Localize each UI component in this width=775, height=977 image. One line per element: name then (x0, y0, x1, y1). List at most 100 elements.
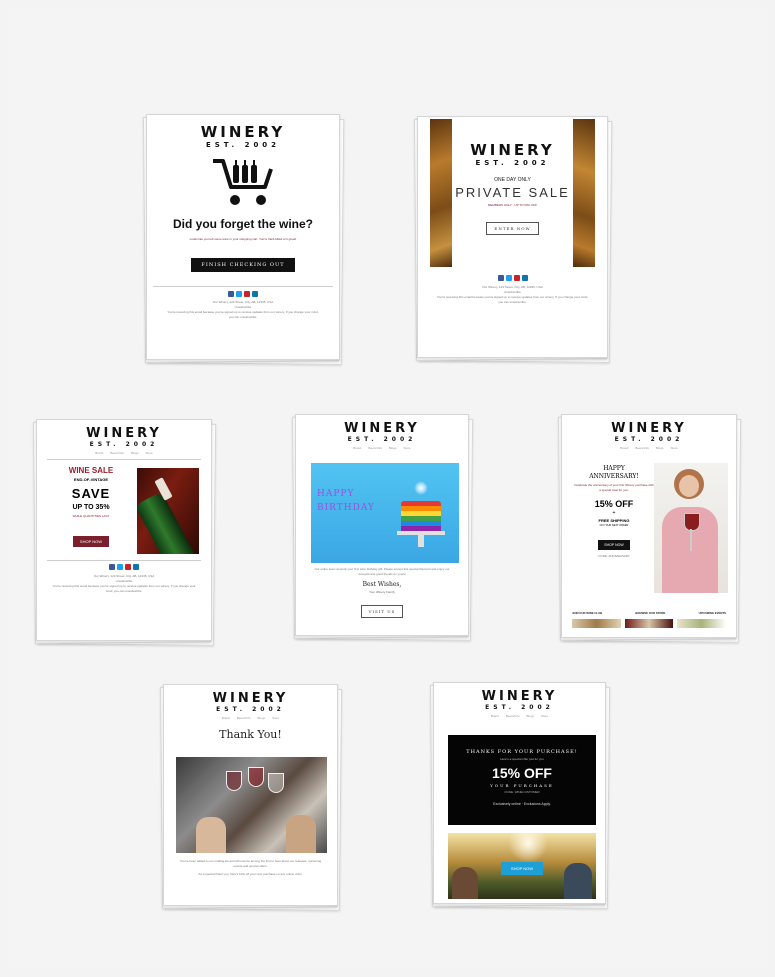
anniversary-shipping: FREE SHIPPING (598, 518, 630, 523)
purchase-yours: YOUR PURCHASE (490, 783, 554, 788)
cart-headline: Did you forget the wine? (173, 217, 313, 231)
rainbow-cake-image (397, 501, 445, 547)
email-card-purchase[interactable]: WINERY EST. 2002 Brand Beers/Info Blogs Sto… (430, 682, 611, 909)
nav-link-brand[interactable]: Brand (353, 446, 361, 450)
nav-link-blogs[interactable]: Blogs (389, 446, 397, 450)
private-sale-subtext: MEMBERS ONLY · UP TO 50% OFF (487, 203, 538, 207)
nav-link-brand[interactable]: Brand (620, 446, 628, 450)
wine-sale-upto: UP TO 35% (72, 504, 110, 511)
twitter-icon[interactable] (505, 275, 512, 281)
nav-link-blogs[interactable]: Blogs (656, 446, 664, 450)
brand-est: EST. 2002 (89, 441, 159, 448)
nav-link-store[interactable]: Store (146, 451, 153, 455)
social-icons (37, 564, 211, 570)
thank-you-body1: You've been added to our mailing list an… (179, 859, 322, 868)
nav-link-brand[interactable]: Brand (491, 714, 499, 718)
email-card-abandoned-cart[interactable]: WINERY EST. 2002 Did you forget the wine… (142, 114, 345, 366)
nav-link-info[interactable]: Beers/Info (506, 714, 520, 718)
cart-subtext: Looks like you left some wine in your sh… (189, 237, 297, 241)
footer-legal: You're receiving this email because you'… (436, 295, 589, 304)
brand-est: EST. 2002 (205, 141, 281, 149)
anniversary-discount: 15% OFF (594, 499, 634, 509)
facebook-icon[interactable] (109, 564, 115, 570)
wine-club-thumbnail[interactable] (572, 619, 621, 628)
nav-link-store[interactable]: Store (404, 446, 411, 450)
nav-link-blogs[interactable]: Blogs (527, 714, 535, 718)
nav-link-store[interactable]: Store (541, 714, 548, 718)
nav-link-info[interactable]: Beers/Info (237, 716, 251, 720)
sparkler-icon (414, 481, 428, 495)
birthday-line1: HAPPY (317, 489, 355, 499)
birthday-body: Our entire team at (and) your first wine… (314, 567, 450, 576)
shop-now-button[interactable]: SHOP NOW (598, 540, 630, 550)
thank-you-body2: As a special thank you, here's 10% off y… (198, 872, 303, 876)
email-card-private-sale[interactable]: WINERY EST. 2002 ONE DAY ONLY PRIVATE SA… (413, 116, 613, 363)
brand-est: EST. 2002 (614, 436, 684, 443)
woman-with-wine-image (654, 463, 728, 593)
wine-bottle-image (137, 468, 199, 554)
wine-sale-title: WINE SALE (68, 466, 114, 475)
facebook-icon[interactable] (497, 275, 504, 281)
linkedin-icon[interactable] (252, 291, 258, 297)
purchase-code: CODE: WINECUSTOMER (504, 790, 540, 794)
twitter-icon[interactable] (236, 291, 242, 297)
birthday-banner: HAPPY BIRTHDAY (311, 463, 459, 563)
pinterest-icon[interactable] (244, 291, 250, 297)
twitter-icon[interactable] (117, 564, 123, 570)
nav-link-info[interactable]: Beers/Info (635, 446, 649, 450)
nav-bar: Brand Beers/Info Blogs Store (434, 714, 605, 718)
brand-est: EST. 2002 (475, 159, 550, 167)
enter-now-button[interactable]: ENTER NOW (486, 222, 539, 235)
purchase-headline: THANKS FOR YOUR PURCHASE! (466, 749, 578, 755)
purchase-offer-panel: THANKS FOR YOUR PURCHASE! Here's a speci… (448, 735, 596, 825)
anniversary-line2: ANNIVERSARY! (589, 473, 639, 480)
nav-link-store[interactable]: Store (272, 716, 279, 720)
nav-link-blogs[interactable]: Blogs (258, 716, 266, 720)
purchase-sub: Here's a special offer just for you (500, 757, 544, 761)
wine-sale-save: SAVE (71, 486, 111, 501)
brand-est: EST. 2002 (216, 706, 285, 713)
nav-bar: Brand Beers/Info Blogs Store (164, 716, 337, 720)
linkedin-icon[interactable] (521, 275, 528, 281)
purchase-note: Exclusively online · Exclusions Apply. (493, 802, 551, 806)
wine-sale-note: WHILE QUANTITIES LAST (72, 514, 110, 518)
email-template-gallery: WINERY EST. 2002 Did you forget the wine… (8, 8, 767, 969)
email-card-birthday[interactable]: WINERY EST. 2002 Brand Beers/Info Blogs Sto… (292, 414, 474, 641)
anniversary-body: Celebrate the anniversary of your first … (574, 483, 654, 492)
nav-link-store[interactable]: Store (671, 446, 678, 450)
join-wine-club-link[interactable]: JOIN OUR WINE CLUB (572, 611, 602, 615)
friends-toasting-image: SHOP NOW (448, 833, 596, 899)
email-card-thank-you[interactable]: WINERY EST. 2002 Brand Beers/Info Blogs Sto… (160, 684, 343, 911)
upcoming-events-link[interactable]: UPCOMING EVENTS (699, 611, 726, 615)
nav-link-brand[interactable]: Brand (222, 716, 230, 720)
email-card-anniversary[interactable]: WINERY EST. 2002 Brand Beers/Info Blogs Sto… (558, 414, 742, 643)
linkedin-icon[interactable] (133, 564, 139, 570)
nav-link-blogs[interactable]: Blogs (131, 451, 139, 455)
private-sale-kicker: ONE DAY ONLY (494, 177, 531, 183)
visit-us-button[interactable]: VISIT US (360, 605, 404, 618)
anniversary-line1: HAPPY (603, 465, 625, 472)
nav-link-info[interactable]: Beers/Info (368, 446, 382, 450)
facebook-icon[interactable] (228, 291, 234, 297)
browse-store-link[interactable]: BROWSE OUR STORE (635, 611, 665, 615)
anniversary-code: CODE: ANNIVERSARY (598, 554, 630, 558)
pinterest-icon[interactable] (513, 275, 520, 281)
private-sale-headline: PRIVATE SALE (455, 185, 570, 200)
events-thumbnail[interactable] (677, 619, 727, 628)
finish-checking-out-button[interactable]: FINISH CHECKING OUT (191, 258, 295, 272)
anniversary-plus: + (612, 510, 616, 516)
thank-you-headline: Thank You! (219, 728, 282, 741)
footer-legal: You're receiving this email because you'… (52, 584, 196, 593)
purchase-discount: 15% OFF (492, 765, 552, 781)
email-card-wine-sale[interactable]: WINERY EST. 2002 Brand Beers/Info Blogs Sto… (33, 419, 217, 646)
shop-now-button[interactable]: SHOP NOW (72, 536, 110, 547)
store-thumbnail[interactable] (624, 619, 674, 628)
texture-left (430, 119, 452, 267)
shop-now-button[interactable]: SHOP NOW (500, 862, 544, 875)
birthday-signature: Your Winery Family (369, 590, 395, 594)
brand-name: WINERY (212, 691, 289, 706)
pinterest-icon[interactable] (125, 564, 131, 570)
nav-link-info[interactable]: Beers/Info (110, 451, 124, 455)
nav-bar: Brand Beers/Info Blogs Store (562, 446, 736, 450)
nav-link-brand[interactable]: Brand (95, 451, 103, 455)
